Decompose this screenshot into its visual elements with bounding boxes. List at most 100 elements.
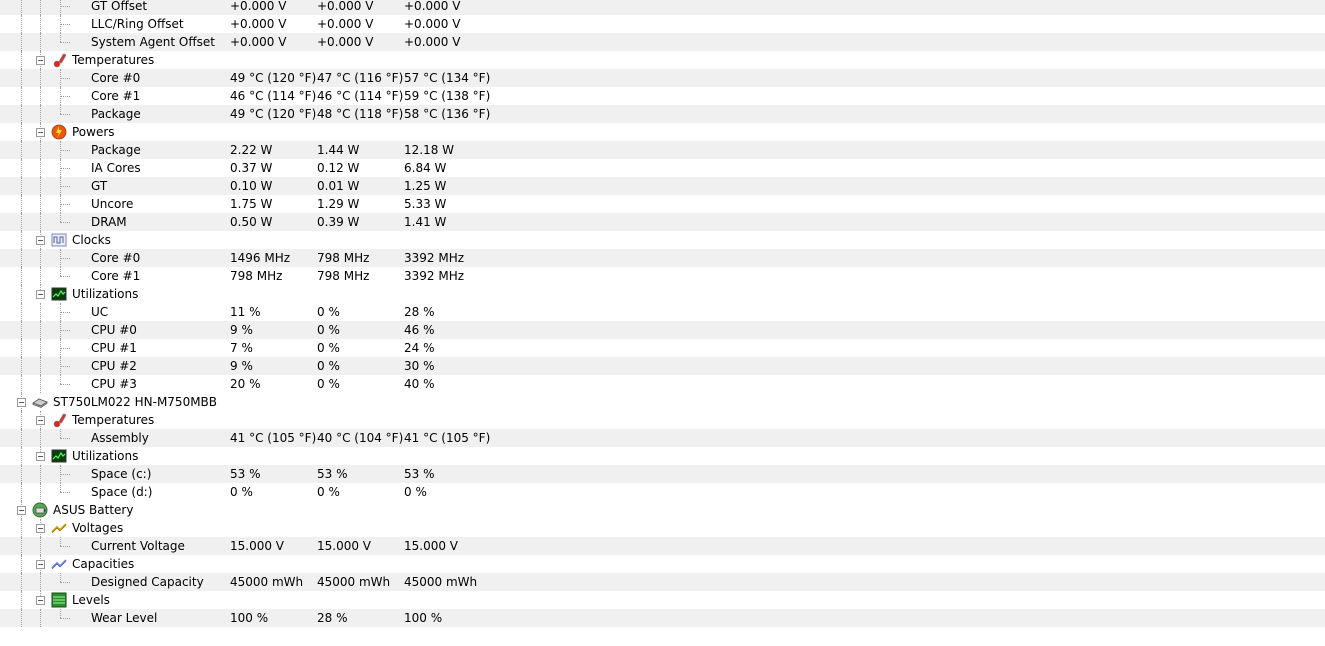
sensor-group-row[interactable]: − Utilizations xyxy=(0,447,1325,465)
tree-guide-line xyxy=(21,447,22,465)
sensor-value: 11 % xyxy=(230,305,261,319)
sensor-row[interactable]: CPU #0 9 % 0 % 46 % xyxy=(0,321,1325,339)
sensor-value: +0.000 V xyxy=(230,17,287,31)
sensor-label: Uncore xyxy=(91,197,134,211)
collapse-toggle[interactable]: − xyxy=(36,128,45,137)
sensor-min: 0.39 W xyxy=(317,215,360,229)
sensor-max: 1.25 W xyxy=(404,179,447,193)
sensor-row[interactable]: Package 2.22 W 1.44 W 12.18 W xyxy=(0,141,1325,159)
tree-branch-line xyxy=(60,492,70,493)
sensor-value: 49 °C (120 °F) xyxy=(230,107,317,121)
tree-guide-line xyxy=(21,213,22,231)
sensor-label: Levels xyxy=(72,593,110,607)
collapse-toggle[interactable]: − xyxy=(17,398,26,407)
sensor-row[interactable]: Core #0 1496 MHz 798 MHz 3392 MHz xyxy=(0,249,1325,267)
collapse-toggle[interactable]: − xyxy=(36,416,45,425)
tree-guide-line xyxy=(21,33,22,51)
sensor-row[interactable]: Core #1 46 °C (114 °F) 46 °C (114 °F) 59 °C… xyxy=(0,87,1325,105)
sensor-group-row[interactable]: − Temperatures xyxy=(0,411,1325,429)
sensor-row[interactable]: LLC/Ring Offset +0.000 V +0.000 V +0.000 V xyxy=(0,15,1325,33)
sensor-group-row[interactable]: − Clocks xyxy=(0,231,1325,249)
sensor-min: 47 °C (116 °F) xyxy=(317,71,404,85)
tree-guide-line xyxy=(40,0,41,15)
collapse-toggle[interactable]: − xyxy=(36,596,45,605)
sensor-row[interactable]: CPU #1 7 % 0 % 24 % xyxy=(0,339,1325,357)
collapse-toggle[interactable]: − xyxy=(36,452,45,461)
tree-guide-line xyxy=(60,429,61,438)
device-row[interactable]: − ASUS Battery xyxy=(0,501,1325,519)
sensor-value: 0.10 W xyxy=(230,179,273,193)
tree-branch-line xyxy=(60,474,70,475)
device-row[interactable]: − ST750LM022 HN-M750MBB xyxy=(0,393,1325,411)
sensor-max: +0.000 V xyxy=(404,17,461,31)
sensor-min: 28 % xyxy=(317,611,348,625)
sensor-row[interactable]: Core #1 798 MHz 798 MHz 3392 MHz xyxy=(0,267,1325,285)
sensor-min: 48 °C (118 °F) xyxy=(317,107,404,121)
tree-guide-line xyxy=(40,141,41,159)
tree-guide-line xyxy=(40,213,41,231)
tree-guide-line xyxy=(40,249,41,267)
sensor-row[interactable]: Current Voltage 15.000 V 15.000 V 15.000 V xyxy=(0,537,1325,555)
sensor-row[interactable]: Uncore 1.75 W 1.29 W 5.33 W xyxy=(0,195,1325,213)
tree-guide-line xyxy=(60,33,61,42)
sensor-max: 3392 MHz xyxy=(404,269,465,283)
sensor-value: 798 MHz xyxy=(230,269,283,283)
tree-guide-line xyxy=(21,51,22,69)
sensor-row[interactable]: CPU #2 9 % 0 % 30 % xyxy=(0,357,1325,375)
sensor-label: Temperatures xyxy=(72,413,155,427)
collapse-toggle[interactable]: − xyxy=(36,524,45,533)
sensor-row[interactable]: Package 49 °C (120 °F) 48 °C (118 °F) 58 °C… xyxy=(0,105,1325,123)
sensor-row[interactable]: Space (c:) 53 % 53 % 53 % xyxy=(0,465,1325,483)
tree-guide-line xyxy=(21,483,22,501)
clock-wave-icon xyxy=(51,232,67,248)
sensor-min: 0 % xyxy=(317,377,340,391)
sensor-value: 49 °C (120 °F) xyxy=(230,71,317,85)
collapse-toggle[interactable]: − xyxy=(36,290,45,299)
collapse-toggle[interactable]: − xyxy=(17,506,26,515)
sensor-row[interactable]: Core #0 49 °C (120 °F) 47 °C (116 °F) 57 °C… xyxy=(0,69,1325,87)
sensor-max: 24 % xyxy=(404,341,435,355)
sensor-row[interactable]: GT Offset +0.000 V +0.000 V +0.000 V xyxy=(0,0,1325,15)
sensor-max: 5.33 W xyxy=(404,197,447,211)
thermometer-icon xyxy=(51,412,67,428)
sensor-min: +0.000 V xyxy=(317,0,374,13)
sensor-max: 57 °C (134 °F) xyxy=(404,71,491,85)
sensor-value: 1.75 W xyxy=(230,197,273,211)
tree-guide-line xyxy=(40,375,41,393)
tree-guide-line xyxy=(40,33,41,51)
sensor-row[interactable]: DRAM 0.50 W 0.39 W 1.41 W xyxy=(0,213,1325,231)
sensor-group-row[interactable]: − Powers xyxy=(0,123,1325,141)
sensor-label: Current Voltage xyxy=(91,539,185,553)
sensor-max: 40 % xyxy=(404,377,435,391)
sensor-value: 100 % xyxy=(230,611,269,625)
sensor-group-row[interactable]: − Levels xyxy=(0,591,1325,609)
tree-branch-line xyxy=(60,204,70,205)
sensor-row[interactable]: GT 0.10 W 0.01 W 1.25 W xyxy=(0,177,1325,195)
sensor-row[interactable]: System Agent Offset +0.000 V +0.000 V +0.00… xyxy=(0,33,1325,51)
sensor-label: Assembly xyxy=(91,431,149,445)
tree-guide-line xyxy=(21,591,22,609)
sensor-group-row[interactable]: − Temperatures xyxy=(0,51,1325,69)
sensor-min: 1.44 W xyxy=(317,143,360,157)
tree-guide-line xyxy=(21,249,22,267)
tree-branch-line xyxy=(60,168,70,169)
collapse-toggle[interactable]: − xyxy=(36,560,45,569)
collapse-toggle[interactable]: − xyxy=(36,236,45,245)
tree-guide-line xyxy=(21,339,22,357)
collapse-toggle[interactable]: − xyxy=(36,56,45,65)
sensor-row[interactable]: Assembly 41 °C (105 °F) 40 °C (104 °F) 41 °… xyxy=(0,429,1325,447)
sensor-group-row[interactable]: − Voltages xyxy=(0,519,1325,537)
sensor-row[interactable]: CPU #3 20 % 0 % 40 % xyxy=(0,375,1325,393)
sensor-row[interactable]: Designed Capacity 45000 mWh 45000 mWh 45000… xyxy=(0,573,1325,591)
tree-guide-line xyxy=(21,465,22,483)
sensor-label: Package xyxy=(91,143,141,157)
sensor-max: 28 % xyxy=(404,305,435,319)
sensor-group-row[interactable]: − Capacities xyxy=(0,555,1325,573)
sensor-row[interactable]: Wear Level 100 % 28 % 100 % xyxy=(0,609,1325,627)
sensor-row[interactable]: UC 11 % 0 % 28 % xyxy=(0,303,1325,321)
sensor-row[interactable]: Space (d:) 0 % 0 % 0 % xyxy=(0,483,1325,501)
sensor-row[interactable]: IA Cores 0.37 W 0.12 W 6.84 W xyxy=(0,159,1325,177)
tree-guide-line xyxy=(40,609,41,627)
tree-guide-line xyxy=(21,537,22,555)
sensor-group-row[interactable]: − Utilizations xyxy=(0,285,1325,303)
